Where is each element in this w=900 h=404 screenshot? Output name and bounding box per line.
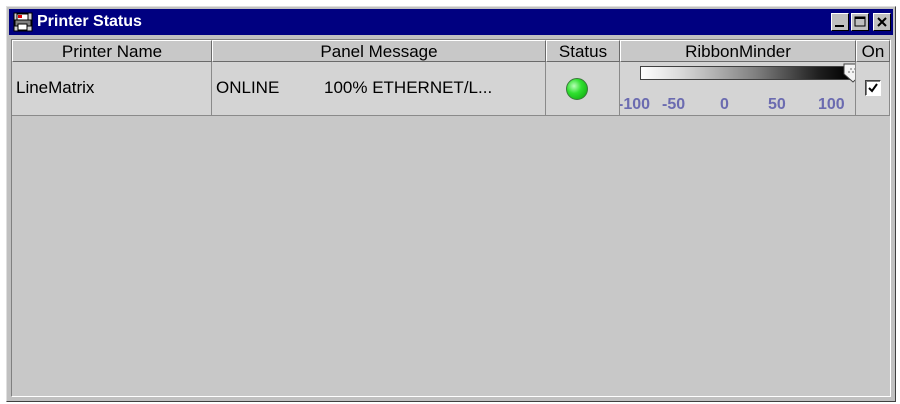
close-button[interactable]: [873, 13, 891, 31]
maximize-button[interactable]: [851, 13, 869, 31]
printer-name-cell[interactable]: LineMatrix: [12, 62, 212, 116]
status-cell[interactable]: [546, 62, 620, 116]
ribbon-scale: -100 -50 0 50 100: [620, 94, 855, 114]
table-header: Printer Name Panel Message Status Ribbon…: [12, 40, 890, 62]
printer-table: Printer Name Panel Message Status Ribbon…: [11, 39, 891, 397]
checkmark-icon: [868, 83, 878, 93]
column-header-status[interactable]: Status: [546, 40, 620, 62]
scale-label-50: 50: [768, 96, 786, 113]
column-header-on[interactable]: On: [856, 40, 890, 62]
scale-label-neg50: -50: [662, 96, 686, 113]
column-header-printer-name[interactable]: Printer Name: [12, 40, 212, 62]
title-bar[interactable]: Printer Status: [9, 9, 893, 35]
ribbon-gauge-bar: [640, 66, 850, 80]
ribbonminder-cell[interactable]: -100 -50 0 50 100: [620, 62, 856, 116]
printer-status-window: Printer Status Printer Name Panel Messag…: [6, 6, 896, 402]
on-cell[interactable]: [856, 62, 890, 116]
panel-message-cell[interactable]: ONLINE 100% ETHERNET/L...: [212, 62, 546, 116]
scale-label-neg100: -100: [620, 96, 651, 113]
printer-app-icon: [13, 12, 33, 32]
table-row[interactable]: LineMatrix ONLINE 100% ETHERNET/L... -10…: [12, 62, 890, 116]
on-checkbox[interactable]: [865, 80, 881, 96]
panel-message-detail: 100% ETHERNET/L...: [324, 78, 493, 97]
scale-label-0: 0: [720, 96, 729, 113]
ribbon-level-marker-icon[interactable]: [842, 62, 855, 84]
scale-label-100: 100: [818, 96, 845, 113]
minimize-button[interactable]: [831, 13, 849, 31]
status-indicator-icon: [566, 78, 588, 100]
column-header-ribbonminder[interactable]: RibbonMinder: [620, 40, 856, 62]
window-title: Printer Status: [37, 13, 142, 30]
panel-message-state: ONLINE: [216, 78, 280, 97]
printer-name: LineMatrix: [16, 78, 95, 97]
column-header-panel-message[interactable]: Panel Message: [212, 40, 546, 62]
